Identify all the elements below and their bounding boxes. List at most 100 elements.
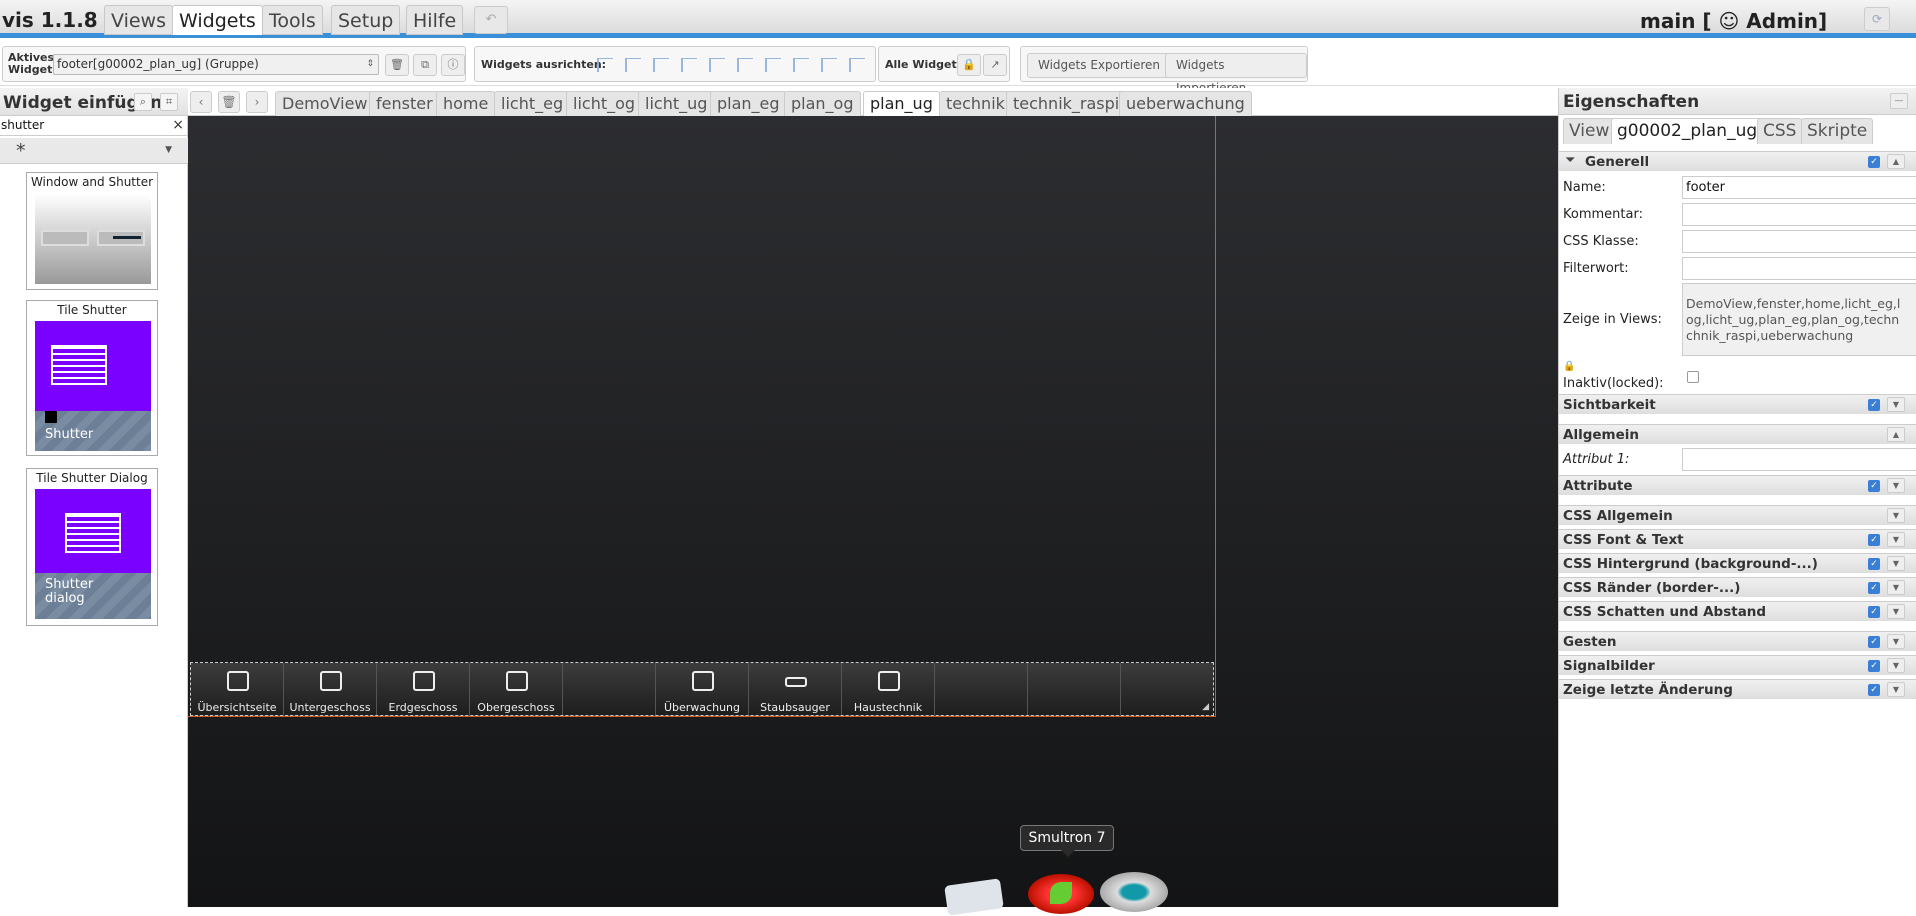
chevron-down-icon[interactable]: ▼ [1887,556,1905,571]
section-checkbox[interactable]: ✓ [1868,684,1880,696]
chevron-down-icon[interactable]: ▼ [1887,634,1905,649]
clear-search-icon[interactable]: × [172,116,184,135]
align-left-icon[interactable] [597,58,613,72]
widget-card-tile-shutter[interactable]: Tile Shutter Shutter [26,300,158,456]
tab-ueberwachung[interactable]: ueberwachung [1119,91,1252,116]
chevron-right-icon[interactable]: › [246,91,268,113]
filter-word-input[interactable] [1682,257,1916,280]
footer-button[interactable]: Überwachung [656,663,749,715]
minimize-icon[interactable]: — [1890,93,1908,109]
section-checkbox[interactable]: ✓ [1868,606,1880,618]
copy-widget-button[interactable]: ⧉ [413,54,437,76]
footer-button-empty[interactable] [935,663,1028,715]
chevron-down-icon[interactable]: ▼ [1887,397,1905,412]
section-css-border[interactable]: CSS Ränder (border-...) ✓ ▼ [1559,577,1916,597]
editor-canvas[interactable]: Übersichtseite Untergeschoss Erdgeschoss… [188,116,1558,916]
menu-widgets[interactable]: Widgets [172,5,263,35]
tab-widget[interactable]: g00002_plan_ug [1611,118,1764,144]
section-css-background[interactable]: CSS Hintergrund (background-...) ✓ ▼ [1559,553,1916,573]
footer-button-empty[interactable] [563,663,656,715]
tab-licht-eg[interactable]: licht_eg [494,91,571,116]
align-hcenter-icon[interactable] [737,58,753,72]
attribute1-input[interactable] [1682,448,1916,471]
align-bottom-icon[interactable] [681,58,697,72]
footer-button[interactable]: Obergeschoss [470,663,563,715]
tab-skripte[interactable]: Skripte [1801,118,1874,144]
undo-icon[interactable]: ↶ [474,6,508,34]
locked-checkbox[interactable] [1687,371,1699,383]
unlock-all-icon[interactable]: ↗ [983,54,1007,76]
menu-hilfe[interactable]: Hilfe [406,5,464,35]
section-allgemein[interactable]: Allgemein ▲ [1559,424,1916,444]
palette-tag-icon[interactable]: ⌗ [160,93,178,111]
smultron-icon[interactable] [1028,874,1094,914]
tab-plan-eg[interactable]: plan_eg [710,91,787,116]
footer-button-empty[interactable] [1121,663,1214,715]
lock-all-icon[interactable]: 🔒 [957,54,981,76]
footer-widget[interactable]: Übersichtseite Untergeschoss Erdgeschoss… [190,662,1214,716]
footer-button[interactable]: Erdgeschoss [377,663,470,715]
trash-icon[interactable]: 🗑 [218,91,240,113]
widget-set-filter[interactable]: * ▼ [0,138,188,164]
chevron-down-icon[interactable]: ▼ [1887,580,1905,595]
tab-demoview[interactable]: DemoView [275,91,375,116]
section-checkbox[interactable]: ✓ [1868,558,1880,570]
active-widget-select[interactable]: footer[g00002_plan_ug] (Gruppe) ⇕ [53,54,379,75]
show-in-views-select[interactable]: DemoView,fenster,home,licht_eg,l og,lich… [1682,283,1916,356]
tab-home[interactable]: home [436,91,496,116]
chevron-down-icon[interactable]: ▼ [1887,604,1905,619]
same-width-icon[interactable] [821,58,837,72]
section-css-allgemein[interactable]: CSS Allgemein ▼ [1559,505,1916,525]
chevron-down-icon[interactable]: ▼ [1887,508,1905,523]
align-vcenter-icon[interactable] [709,58,725,72]
import-widgets-button[interactable]: Widgets Importieren [1165,53,1307,95]
filter-icon[interactable]: ⏷ [1565,153,1575,168]
section-checkbox[interactable]: ✓ [1868,660,1880,672]
section-attribute[interactable]: Attribute ✓ ▼ [1559,475,1916,495]
chevron-up-icon[interactable]: ▲ [1887,154,1905,169]
section-sichtbarkeit[interactable]: Sichtbarkeit ✓ ▼ [1559,394,1916,414]
export-widgets-button[interactable]: Widgets Exportieren [1027,53,1171,78]
menu-views[interactable]: Views [104,5,173,35]
section-css-font[interactable]: CSS Font & Text ✓ ▼ [1559,529,1916,549]
widget-search-input[interactable]: shutter × [0,116,188,136]
resize-handle-icon[interactable]: ◢ [1202,702,1209,712]
delete-widget-button[interactable]: 🗑 [385,54,409,76]
section-generell[interactable]: Generell ⏷ ✓ ▲ [1559,151,1916,171]
info-widget-button[interactable]: ⓘ [441,54,465,76]
same-height-icon[interactable] [849,58,865,72]
chevron-left-icon[interactable]: ‹ [190,91,212,113]
tab-licht-ug[interactable]: licht_ug [638,91,715,116]
chevron-down-icon[interactable]: ▼ [1887,478,1905,493]
section-checkbox[interactable]: ✓ [1868,156,1880,168]
section-checkbox[interactable]: ✓ [1868,399,1880,411]
view-area[interactable]: Übersichtseite Untergeschoss Erdgeschoss… [188,116,1216,717]
section-css-shadow[interactable]: CSS Schatten und Abstand ✓ ▼ [1559,601,1916,621]
align-top-icon[interactable] [653,58,669,72]
align-right-icon[interactable] [625,58,641,72]
name-input[interactable]: footer [1682,176,1916,199]
section-gesten[interactable]: Gesten ✓ ▼ [1559,631,1916,651]
chevron-up-icon[interactable]: ▲ [1887,427,1905,442]
comment-input[interactable] [1682,203,1916,226]
tab-css[interactable]: CSS [1757,118,1803,144]
distribute-h-icon[interactable] [765,58,781,72]
section-checkbox[interactable]: ✓ [1868,480,1880,492]
tab-plan-ug[interactable]: plan_ug [863,91,940,116]
refresh-icon[interactable]: ⟳ [1864,7,1890,31]
footer-button-empty[interactable] [1028,663,1121,715]
section-checkbox[interactable]: ✓ [1868,636,1880,648]
chevron-down-icon[interactable]: ▼ [1887,532,1905,547]
section-last-change[interactable]: Zeige letzte Änderung ✓ ▼ [1559,679,1916,699]
section-signalbilder[interactable]: Signalbilder ✓ ▼ [1559,655,1916,675]
footer-button[interactable]: Übersichtseite [191,663,284,715]
menu-tools[interactable]: Tools [262,5,323,35]
tab-technik[interactable]: technik [939,91,1012,116]
menu-setup[interactable]: Setup [331,5,401,35]
section-checkbox[interactable]: ✓ [1868,534,1880,546]
css-class-input[interactable] [1682,230,1916,253]
widget-card-window-shutter[interactable]: Window and Shutter [26,172,158,290]
tab-view[interactable]: View [1563,118,1616,144]
tab-fenster[interactable]: fenster [369,91,440,116]
tab-technik-raspi[interactable]: technik_raspi [1006,91,1127,116]
